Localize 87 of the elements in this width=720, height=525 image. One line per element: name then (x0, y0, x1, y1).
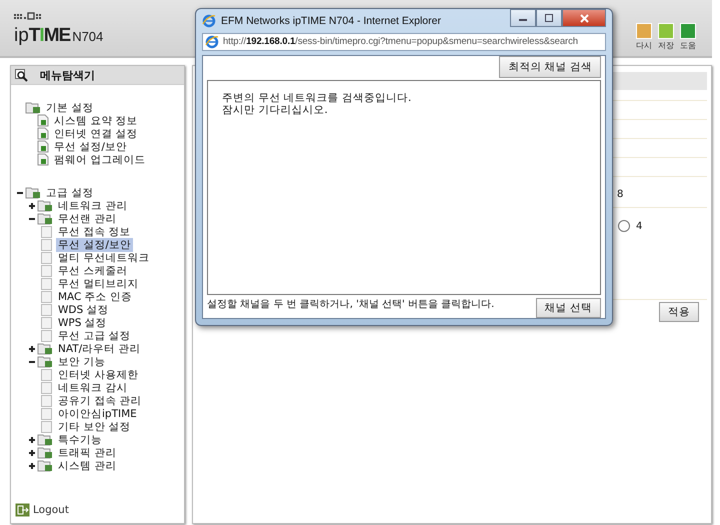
page-icon (41, 304, 52, 316)
url-text: http://192.168.0.1/sess-bin/timepro.cgi?tmenu=popup&smenu=searchwireless&search (223, 36, 578, 48)
browser-icon (202, 14, 216, 28)
radio-button[interactable] (618, 220, 630, 232)
tree-item[interactable]: 멀티 무선네트워크 (56, 250, 152, 264)
page-icon (41, 264, 52, 276)
page-icon (41, 368, 52, 380)
page-icon (41, 408, 52, 420)
page-icon (41, 290, 52, 302)
address-bar[interactable]: http://192.168.0.1/sess-bin/timepro.cgi?tmenu=popup&smenu=searchwireless&search (202, 32, 606, 51)
page-icon (37, 114, 50, 127)
page-icon (41, 252, 52, 264)
folder-icon (37, 342, 54, 355)
expand-icon[interactable] (27, 200, 37, 210)
maximize-button[interactable] (536, 9, 562, 27)
expand-icon[interactable] (27, 344, 37, 354)
tree-item[interactable]: 특수기능 (56, 432, 104, 446)
tree-item[interactable]: 아이안심ipTIME (56, 406, 139, 420)
page-icon (37, 127, 50, 140)
toolbar-button[interactable]: 저장 (658, 23, 674, 51)
close-button[interactable] (562, 9, 606, 27)
toolbar-button[interactable]: 다시 (636, 23, 652, 51)
folder-icon (37, 355, 54, 368)
tree-item[interactable]: 시스템 요약 정보 (52, 114, 140, 128)
search-icon (15, 68, 28, 82)
expand-icon[interactable] (27, 434, 37, 444)
tree-item[interactable]: 펌웨어 업그레이드 (52, 152, 148, 166)
folder-icon (37, 459, 54, 472)
tree-item[interactable]: 기타 보안 설정 (56, 420, 133, 434)
tree-item[interactable]: 네트워크 관리 (56, 198, 130, 212)
folder-icon (37, 433, 54, 446)
folder-icon (37, 446, 54, 459)
logout-button[interactable]: Logout (11, 503, 73, 523)
folder-icon (37, 212, 54, 225)
tree-item[interactable]: NAT/라우터 관리 (56, 342, 143, 356)
browser-icon (205, 34, 219, 49)
minimize-button[interactable] (510, 9, 536, 27)
tree-item[interactable]: MAC 주소 인증 (56, 290, 134, 304)
toolbar-button[interactable]: 도움 (680, 23, 696, 51)
tree-item[interactable]: 무선 설정/보안 (52, 140, 129, 154)
page-icon (37, 140, 50, 153)
tree-item[interactable]: 공유기 접속 관리 (56, 394, 144, 408)
tree-item[interactable]: 고급 설정 (44, 186, 96, 200)
logo: ipTIMEN704 (14, 25, 104, 47)
page-icon (41, 316, 52, 328)
page-icon (41, 226, 52, 238)
tree-item[interactable]: 무선 멀티브리지 (56, 276, 140, 290)
tree-item[interactable]: 보안 기능 (56, 354, 108, 368)
tree-item[interactable]: 인터넷 연결 설정 (52, 126, 140, 140)
logo-icon (14, 12, 44, 21)
logout-icon (15, 503, 30, 517)
tree-item[interactable]: 무선 접속 정보 (56, 224, 133, 238)
folder-icon (25, 101, 42, 114)
expand-icon[interactable] (27, 460, 37, 470)
expand-icon[interactable] (27, 448, 37, 458)
tree-item[interactable]: 인터넷 사용제한 (56, 368, 140, 382)
folder-icon (25, 186, 42, 199)
page-icon (41, 420, 52, 432)
channel-search-button[interactable]: 최적의 채널 검색 (499, 56, 601, 78)
channel-select-button[interactable]: 채널 선택 (536, 298, 601, 318)
page-icon (37, 153, 50, 166)
tree-item[interactable]: WPS 설정 (56, 316, 109, 330)
radio-label: 4 (636, 220, 642, 232)
apply-button[interactable]: 적용 (659, 302, 699, 322)
tree-item[interactable]: 트래픽 관리 (56, 446, 118, 460)
tree-item[interactable]: 무선 설정/보안 (56, 238, 133, 252)
tree-item[interactable]: 네트워크 감시 (56, 380, 130, 394)
hint-text: 설정할 채널을 두 번 클릭하거나, '채널 선택' 버튼을 클릭합니다. (207, 298, 494, 311)
page-icon (41, 278, 52, 290)
page-icon (41, 382, 52, 394)
tree-item[interactable]: WDS 설정 (56, 302, 110, 316)
tree-item[interactable]: 기본 설정 (44, 100, 96, 114)
sidebar-title: 메뉴탐색기 (40, 68, 95, 82)
status-message: 주변의 무선 네트워크를 검색중입니다. (222, 92, 412, 104)
setting-value: 8 (617, 189, 624, 200)
page-icon (41, 238, 52, 250)
maximize-icon (545, 14, 553, 22)
tree-item[interactable]: 무선 고급 설정 (56, 328, 133, 342)
status-message: 잠시만 기다리십시오. (222, 104, 329, 116)
folder-icon (37, 199, 54, 212)
page-icon (41, 394, 52, 406)
tree-item[interactable]: 시스템 관리 (56, 458, 118, 472)
close-icon (580, 14, 588, 22)
page-icon (41, 330, 52, 342)
window-title: EFM Networks ipTIME N704 - Internet Explorer (221, 14, 441, 27)
tree-item[interactable]: 무선랜 관리 (56, 212, 118, 226)
tree-item[interactable]: 무선 스케줄러 (56, 264, 130, 278)
